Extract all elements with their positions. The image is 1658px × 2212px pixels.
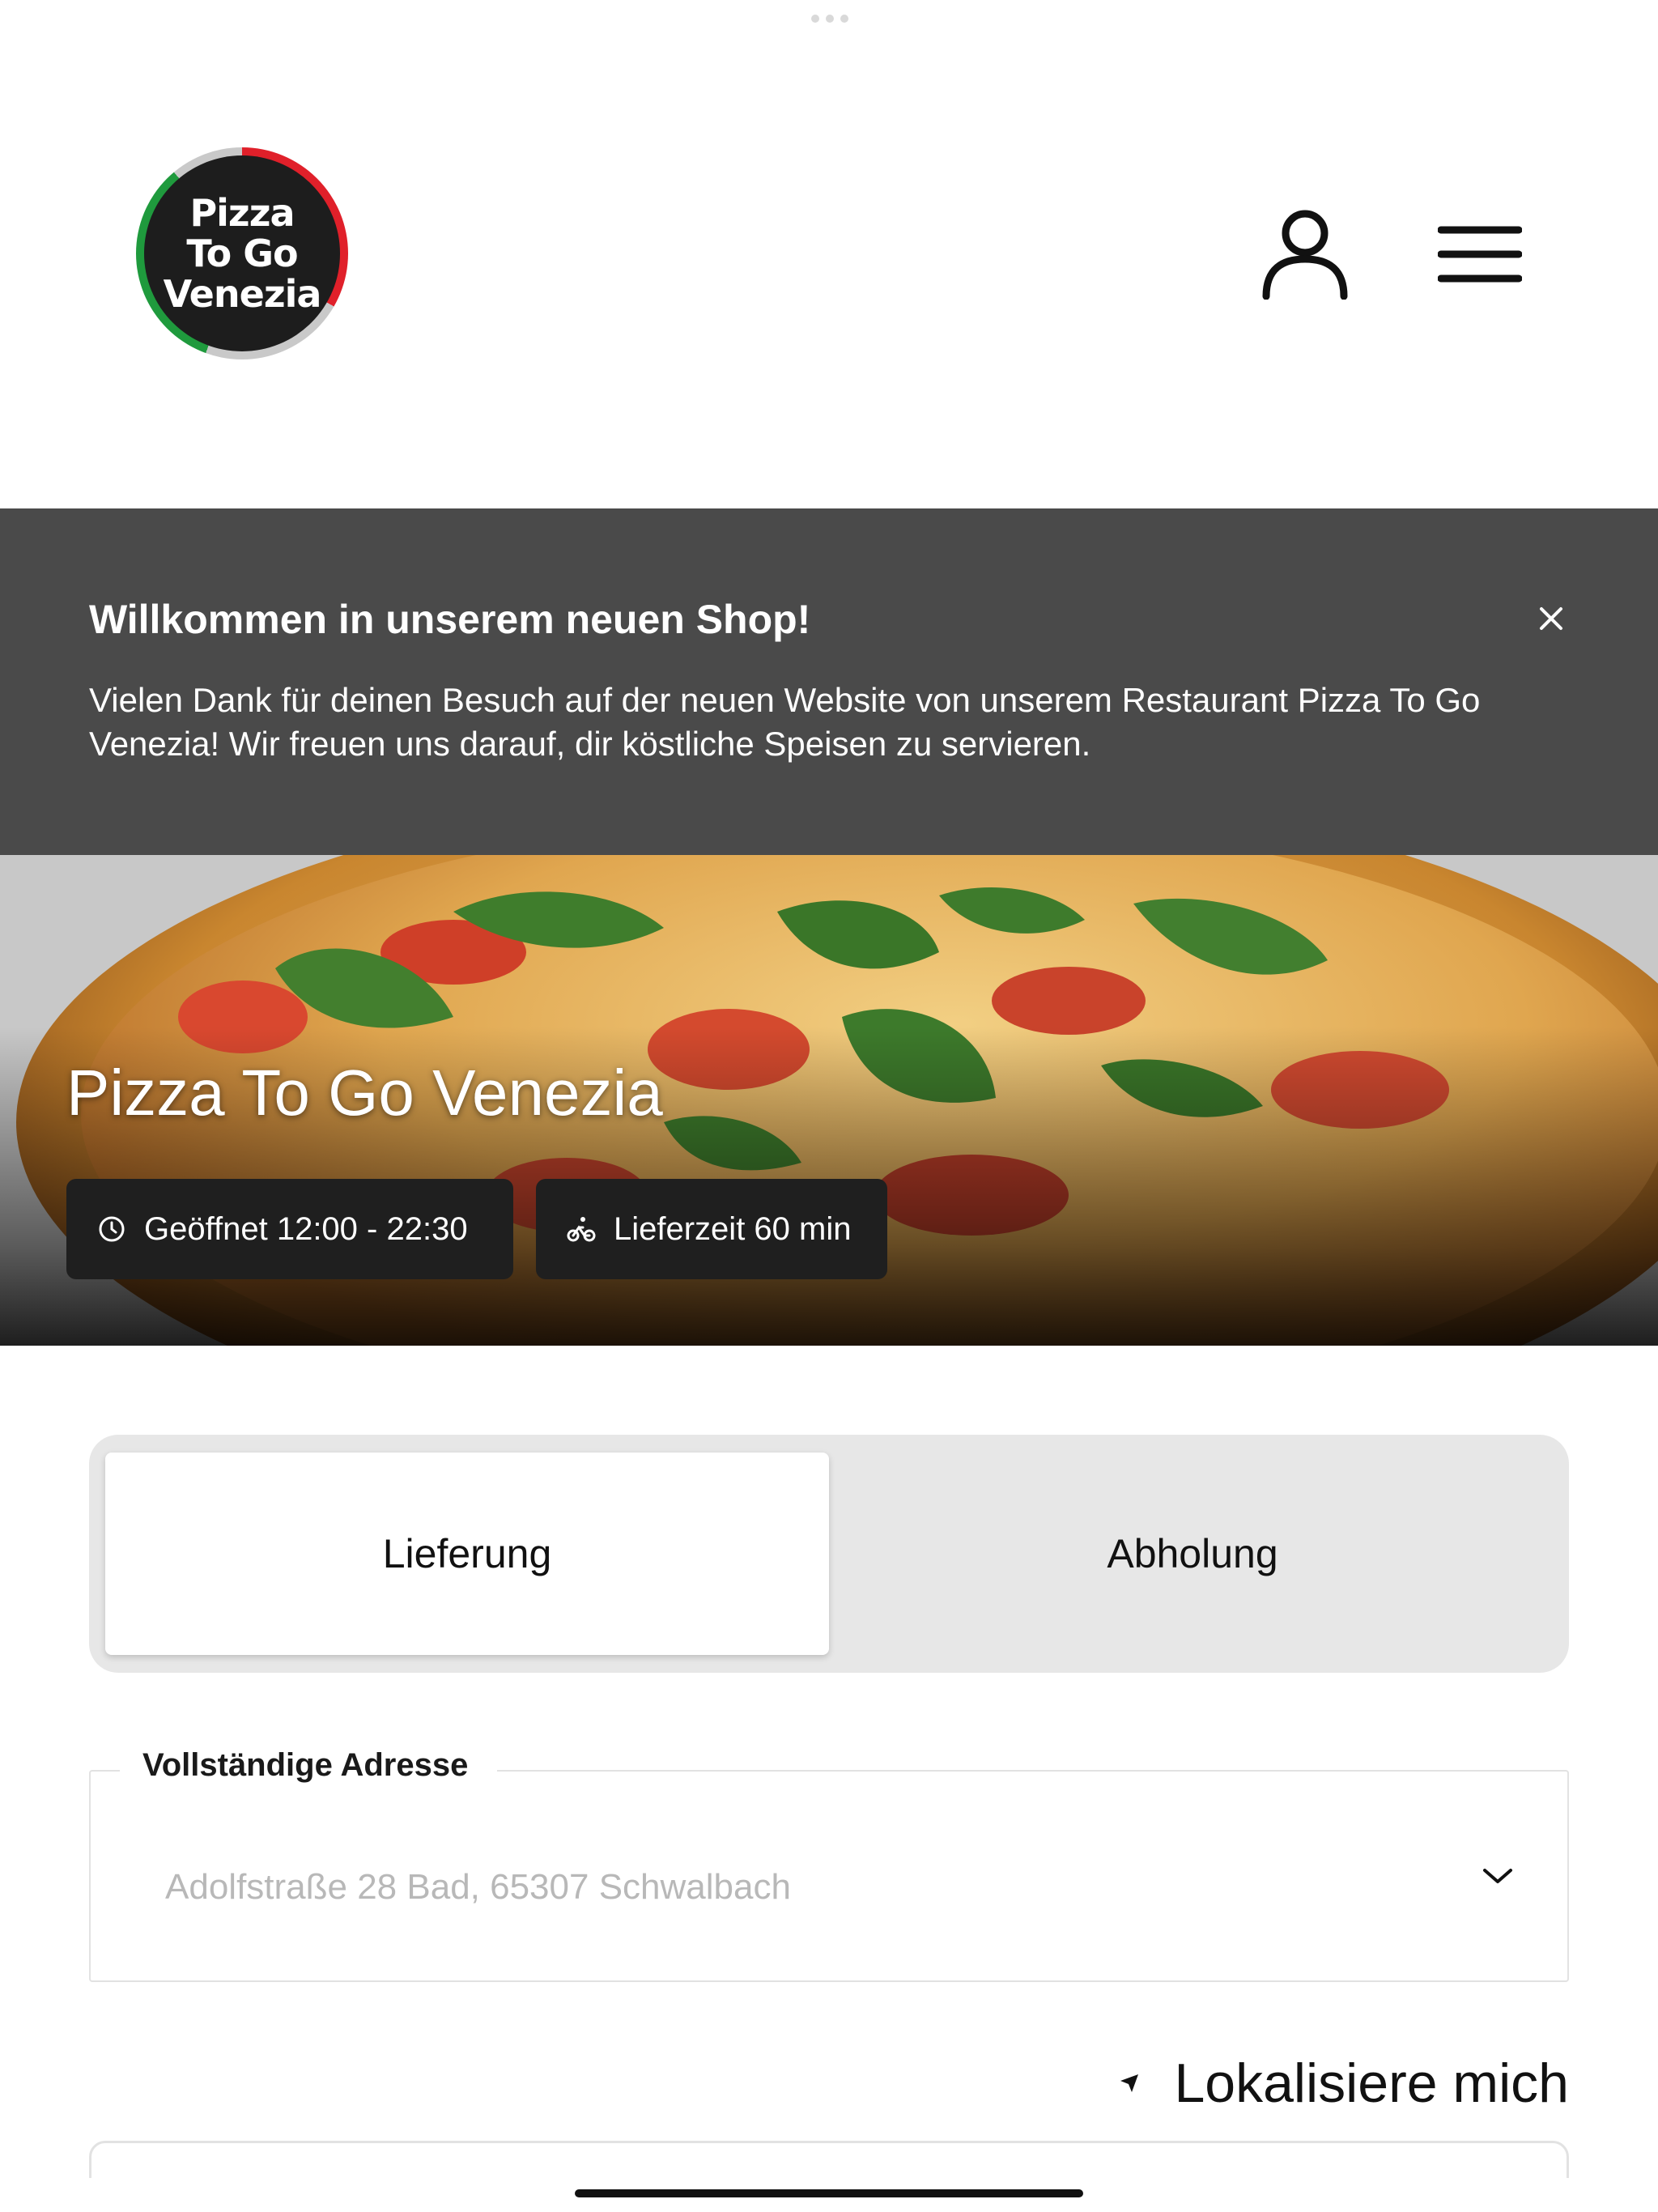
locate-me-button[interactable]: Lokalisiere mich [1117,2052,1569,2115]
banner-title: Willkommen in unserem neuen Shop! [89,597,811,642]
delivery-time-text: Lieferzeit 60 min [614,1210,852,1247]
multitasking-dots[interactable] [811,15,848,23]
tab-lieferung[interactable]: Lieferung [105,1453,829,1655]
delivery-time-chip: Lieferzeit 60 min [536,1179,887,1279]
banner-text: Vielen Dank für deinen Besuch auf der ne… [89,681,1481,763]
location-arrow-icon [1120,2074,1139,2092]
user-icon[interactable] [1261,209,1349,300]
address-input[interactable] [165,1862,1428,1912]
opening-hours-text: Geöffnet 12:00 - 22:30 [144,1210,468,1247]
restaurant-logo[interactable]: Pizza To Go Venezia [136,147,348,359]
welcome-banner: Willkommen in unserem neuen Shop! Vielen… [0,508,1658,855]
home-indicator[interactable] [575,2189,1083,2197]
delivery-mode-switch: Lieferung Abholung [89,1435,1569,1673]
tab-abholung[interactable]: Abholung [831,1453,1554,1655]
page: Pizza To Go Venezia Willkommen in unsere… [0,0,1658,2212]
hero-section: Pizza To Go Venezia Geöffnet 12:00 - 22:… [0,855,1658,1346]
hamburger-menu-icon[interactable] [1438,223,1522,285]
clock-icon [99,1216,125,1242]
logo-text: Pizza To Go Venezia [163,191,322,316]
close-icon[interactable] [1535,602,1567,635]
restaurant-name: Pizza To Go Venezia [66,1057,663,1129]
address-field: Vollständige Adresse [89,1747,1569,1982]
locate-me-label: Lokalisiere mich [1174,2052,1569,2114]
header: Pizza To Go Venezia [0,0,1658,508]
opening-hours-chip: Geöffnet 12:00 - 22:30 [66,1179,513,1279]
bicycle-icon [567,1217,596,1242]
address-label: Vollständige Adresse [120,1747,498,1784]
chevron-down-icon[interactable] [1480,1864,1516,1888]
